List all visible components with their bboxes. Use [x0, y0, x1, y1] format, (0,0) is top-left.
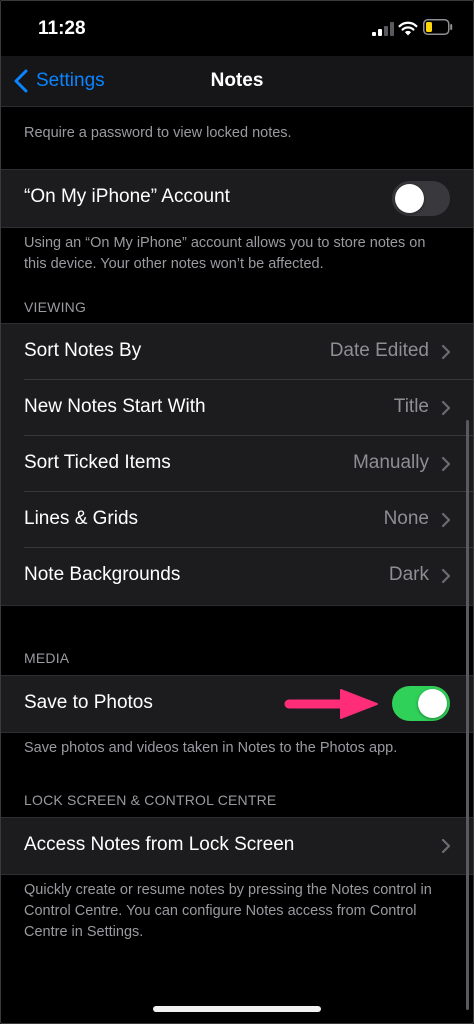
status-bar: 11:28	[0, 0, 474, 56]
lines-grids-row[interactable]: Lines & Grids None	[0, 492, 474, 548]
row-value: None	[383, 508, 429, 529]
row-label: Sort Notes By	[24, 340, 142, 361]
media-header: MEDIA	[24, 650, 70, 666]
account-label: “On My iPhone” Account	[24, 186, 230, 207]
note-backgrounds-row[interactable]: Note Backgrounds Dark	[0, 548, 474, 604]
home-indicator[interactable]	[153, 1006, 321, 1012]
save-to-photos-label: Save to Photos	[24, 692, 153, 713]
save-to-photos-row: Save to Photos	[0, 676, 474, 732]
chevron-right-icon	[441, 456, 451, 472]
account-row: “On My iPhone” Account	[0, 170, 474, 226]
new-notes-start-with-row[interactable]: New Notes Start With Title	[0, 380, 474, 436]
row-label: Sort Ticked Items	[24, 452, 171, 473]
lock-screen-header: LOCK SCREEN & CONTROL CENTRE	[24, 792, 277, 808]
row-label: Lines & Grids	[24, 508, 139, 529]
page-title: Notes	[210, 70, 264, 91]
lock-screen-footnote: Quickly create or resume notes by pressi…	[24, 882, 432, 940]
annotation-arrow-icon	[284, 689, 378, 719]
wifi-icon	[398, 21, 418, 36]
row-value: Manually	[352, 452, 429, 473]
chevron-right-icon	[441, 568, 451, 584]
account-footnote: Using an “On My iPhone” account allows y…	[24, 235, 426, 272]
lock-screen-group: Access Notes from Lock Screen	[0, 817, 474, 875]
access-notes-lock-screen-row[interactable]: Access Notes from Lock Screen	[0, 818, 474, 874]
scroll-indicator[interactable]	[466, 420, 469, 1010]
save-to-photos-toggle[interactable]	[392, 686, 450, 721]
viewing-header: VIEWING	[24, 299, 87, 315]
notes-settings-screen: 11:28 Settings Notes Require a password …	[0, 0, 474, 1024]
status-time: 11:28	[38, 18, 86, 39]
account-group: “On My iPhone” Account	[0, 169, 474, 228]
row-label: New Notes Start With	[24, 396, 206, 417]
password-footnote: Require a password to view locked notes.	[24, 125, 292, 141]
row-value: Dark	[388, 564, 429, 585]
sort-ticked-items-row[interactable]: Sort Ticked Items Manually	[0, 436, 474, 492]
chevron-right-icon	[441, 512, 451, 528]
chevron-right-icon	[441, 344, 451, 360]
media-footnote: Save photos and videos taken in Notes to…	[24, 740, 398, 756]
row-label: Note Backgrounds	[24, 564, 181, 585]
row-value: Title	[393, 396, 429, 417]
row-value: Date Edited	[329, 340, 429, 361]
sort-notes-by-row[interactable]: Sort Notes By Date Edited	[0, 324, 474, 380]
account-toggle[interactable]	[392, 181, 450, 216]
chevron-right-icon	[441, 400, 451, 416]
media-group: Save to Photos	[0, 675, 474, 733]
row-label: Access Notes from Lock Screen	[24, 834, 295, 855]
toggle-knob	[395, 184, 424, 213]
viewing-group: Sort Notes By Date Edited New Notes Star…	[0, 323, 474, 606]
cellular-signal-icon	[372, 22, 394, 36]
chevron-right-icon	[441, 838, 451, 854]
battery-icon	[423, 19, 453, 35]
navigation-bar: Settings Notes	[0, 56, 474, 107]
toggle-knob	[418, 689, 447, 718]
